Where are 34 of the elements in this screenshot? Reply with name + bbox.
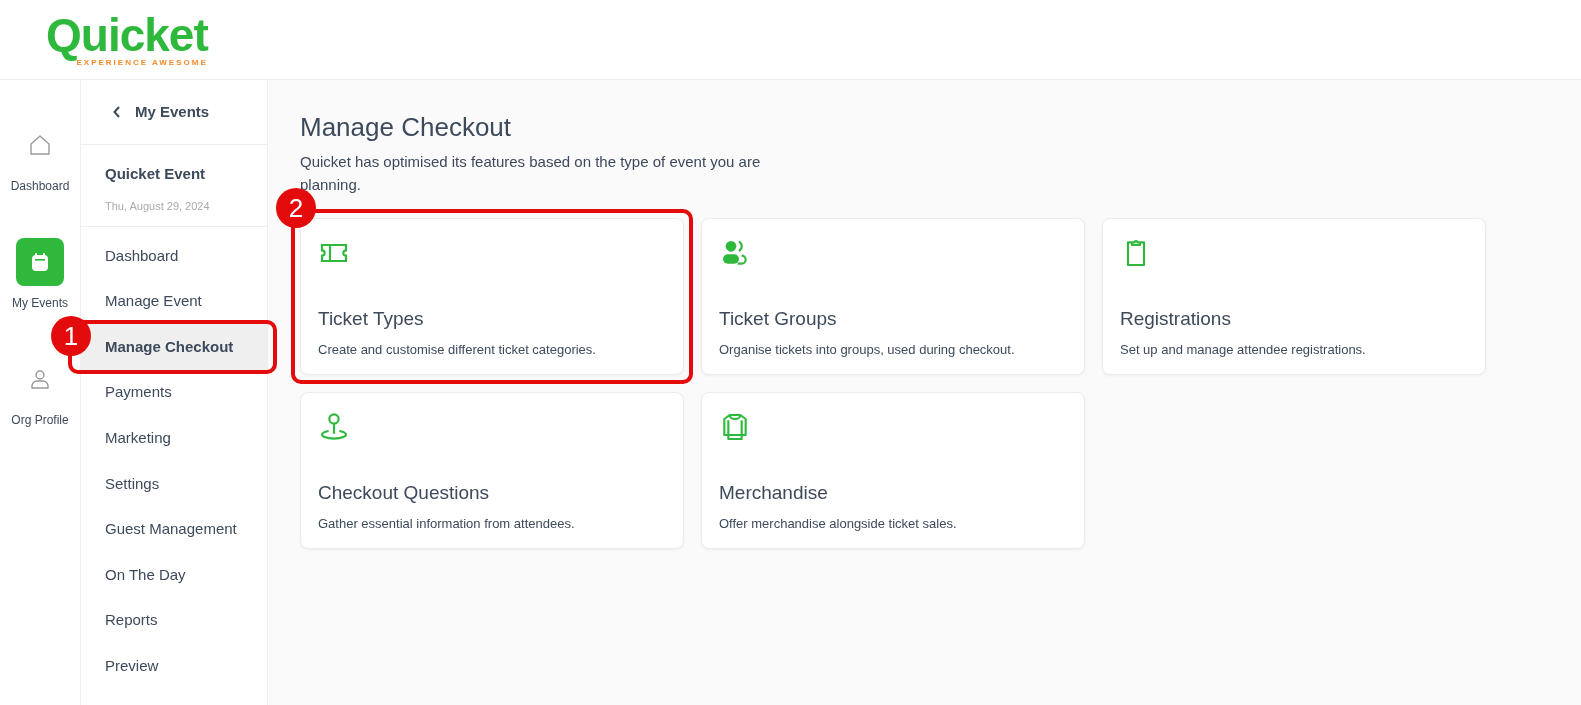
rail-item[interactable]: Dashboard <box>10 121 70 195</box>
card-description: Create and customise different ticket categories. <box>318 340 597 359</box>
callout-number: 1 <box>51 316 91 357</box>
back-link[interactable]: My Events <box>81 80 267 145</box>
card-description: Gather essential information from attendees. <box>318 514 576 533</box>
feature-card[interactable]: Merchandise Offer merchandise alongside ticket sales. <box>701 392 1085 550</box>
menu-item[interactable]: On The Day <box>81 552 267 598</box>
page-title: Manage Checkout <box>300 112 513 144</box>
menu-item[interactable]: Reports <box>81 597 267 644</box>
card-title: Registrations <box>1120 307 1232 332</box>
card-description: Organise tickets into groups, used during checkout. <box>719 340 1016 359</box>
menu-item[interactable]: Dashboard <box>81 233 267 279</box>
card-title: Ticket Types <box>318 307 425 332</box>
feature-card[interactable]: Ticket Types Create and customise different ticket categories. <box>300 218 684 376</box>
card-description: Offer merchandise alongside ticket sales. <box>719 514 958 533</box>
card-title: Ticket Groups <box>719 307 838 332</box>
menu-item[interactable]: Guest Management <box>81 506 267 553</box>
menu-item[interactable]: Manage Checkout <box>81 324 267 370</box>
event-name: Quicket Event <box>105 164 207 184</box>
feature-card[interactable]: Checkout Questions Gather essential information from attendees. <box>300 392 684 550</box>
feature-card[interactable]: Registrations Set up and manage attendee registrations. <box>1102 218 1486 376</box>
menu-item[interactable]: Settings <box>81 460 267 507</box>
menu-item[interactable]: Marketing <box>81 415 267 461</box>
menu-item[interactable]: Payments <box>81 369 267 416</box>
rail-item[interactable]: Org Profile <box>11 355 69 429</box>
menu-item[interactable]: Preview <box>81 643 267 689</box>
card-title: Checkout Questions <box>318 481 491 506</box>
card-title: Merchandise <box>719 481 829 506</box>
feature-card[interactable]: Ticket Groups Organise tickets into groups, used during checkout. <box>701 218 1085 376</box>
event-date: Thu, August 29, 2024 <box>105 198 211 214</box>
card-description: Set up and manage attendee registrations. <box>1120 340 1367 359</box>
chevron-left-icon <box>113 106 121 118</box>
person-icon <box>28 367 52 391</box>
house-icon <box>28 133 52 157</box>
